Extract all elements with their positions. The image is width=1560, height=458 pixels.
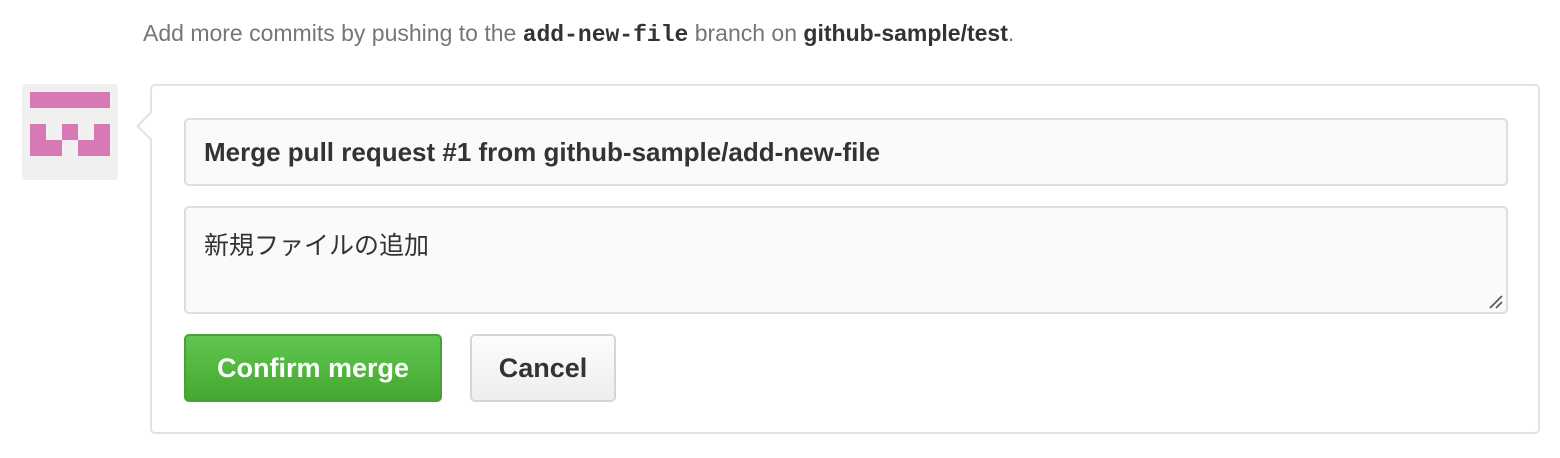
- panel-pointer-fill: [139, 112, 153, 140]
- cancel-button[interactable]: Cancel: [470, 334, 616, 402]
- repo-name: github-sample/test: [803, 20, 1008, 46]
- branch-name: add-new-file: [522, 22, 689, 48]
- merge-message-textarea[interactable]: 新規ファイルの追加: [184, 206, 1508, 314]
- merge-title-input[interactable]: [184, 118, 1508, 186]
- resize-handle-icon[interactable]: [1488, 294, 1504, 310]
- merge-hint-text: Add more commits by pushing to the add-n…: [143, 20, 1014, 48]
- hint-middle: branch on: [688, 20, 804, 46]
- hint-suffix: .: [1007, 20, 1015, 46]
- avatar[interactable]: [22, 84, 118, 180]
- identicon-icon: [30, 92, 110, 156]
- confirm-merge-button[interactable]: Confirm merge: [184, 334, 442, 402]
- hint-prefix: Add more commits by pushing to the: [143, 20, 523, 46]
